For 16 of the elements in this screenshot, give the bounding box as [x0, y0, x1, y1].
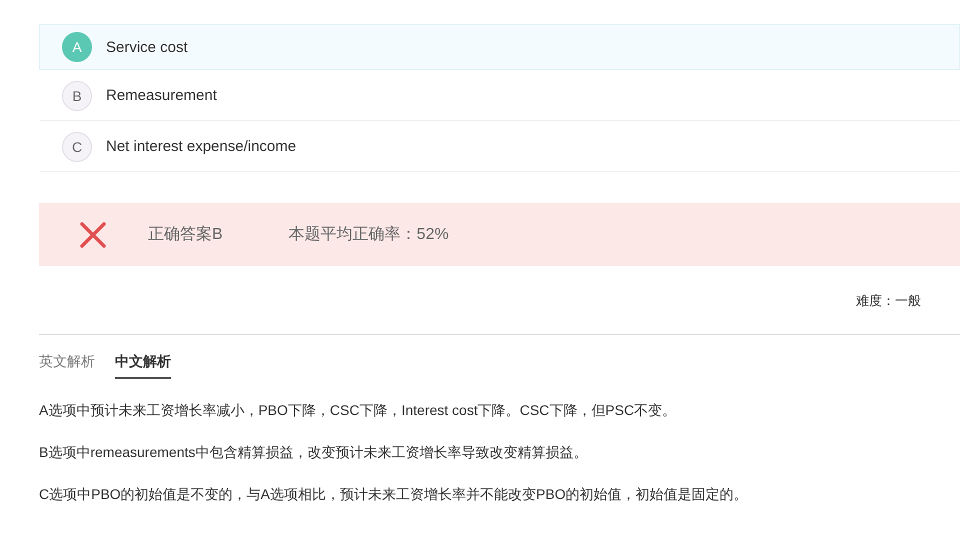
difficulty-label: 难度：一般 [856, 292, 921, 308]
option-text: Net interest expense/income [106, 138, 296, 155]
answer-option[interactable]: A Service cost [39, 24, 960, 70]
analysis-tab[interactable]: 中文解析 [115, 353, 171, 379]
explanation-paragraph: C选项中PBO的初始值是不变的，与A选项相比，预计未来工资增长率并不能改变PBO的初始值，初始值是固定的。 [39, 485, 749, 504]
option-text: Service cost [106, 38, 188, 56]
option-letter: B [62, 80, 92, 110]
cross-icon [79, 220, 107, 248]
option-letter: C [62, 132, 92, 162]
explanation-paragraph: A选项中预计未来工资增长率减小，PBO下降，CSC下降，Interest cost下降。CSC下降，但PSC不变。 [39, 401, 678, 420]
analysis-tab[interactable]: 英文解析 [39, 353, 95, 379]
average-accuracy: 本题平均正确率：52% [288, 224, 449, 245]
explanation-paragraph: B选项中remeasurements中包含精算损益，改变预计未来工资增长率导致改变精算损益。 [39, 443, 588, 462]
option-letter: A [62, 32, 92, 62]
correct-answer: 正确答案B [148, 224, 223, 245]
option-text: Remeasurement [106, 87, 217, 104]
